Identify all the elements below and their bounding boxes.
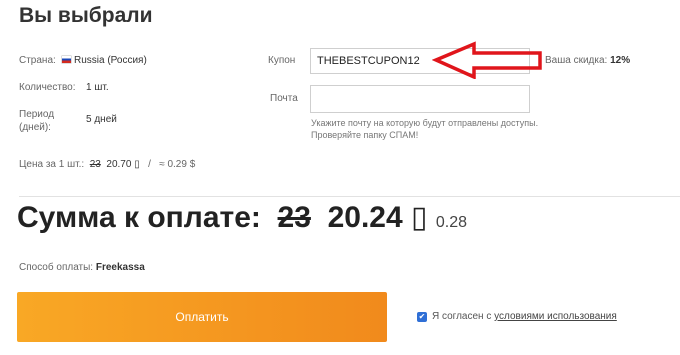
total-row: Сумма к оплате: 23 20.24 ▯ 0.28 xyxy=(17,200,467,235)
country-label: Страна: xyxy=(19,55,56,66)
unit-price-row: Цена за 1 шт.: 23 20.70 ▯ / ≈ 0.29 $ xyxy=(19,159,195,170)
total-old: 23 xyxy=(277,201,311,234)
divider xyxy=(19,196,680,197)
total-label: Сумма к оплате: xyxy=(17,201,261,234)
coupon-label: Купон xyxy=(268,55,296,66)
red-arrow-left-icon xyxy=(432,41,542,79)
email-input[interactable] xyxy=(310,85,530,113)
payment-method-label: Способ оплаты: xyxy=(19,262,94,273)
email-hint-line1: Укажите почту на которую будут отправлен… xyxy=(311,118,539,128)
unit-price-usd: ≈ 0.29 $ xyxy=(159,159,196,170)
unit-price-separator: / xyxy=(148,159,151,170)
payment-method-value: Freekassa xyxy=(95,262,145,273)
email-label: Почта xyxy=(270,93,298,104)
discount-label: Ваша скидка: xyxy=(545,55,608,66)
unit-price-label: Цена за 1 шт.: xyxy=(19,159,85,170)
terms-link[interactable]: условиями использования xyxy=(494,311,617,322)
period-value: 5 дней xyxy=(86,114,117,125)
email-hint-line2: Проверяйте папку СПАМ! xyxy=(311,130,419,140)
currency-icon: ▯ xyxy=(134,159,140,170)
email-hint: Укажите почту на которую будут отправлен… xyxy=(311,117,538,141)
discount-value: 12% xyxy=(610,55,631,66)
agreement-prefix: Я согласен с xyxy=(432,311,492,322)
quantity-value: 1 шт. xyxy=(86,82,109,93)
discount-row: Ваша скидка: 12% xyxy=(545,55,630,66)
unit-price-old: 23 xyxy=(89,159,101,170)
total-new: 20.24 xyxy=(327,201,403,234)
total-usd: 0.28 xyxy=(435,214,468,231)
pay-button-label: Оплатить xyxy=(175,310,229,324)
agreement-text: Я согласен с условиями использования xyxy=(432,311,617,322)
currency-icon: ▯ xyxy=(411,201,428,234)
country-name: Russia (Россия) xyxy=(74,55,147,66)
russia-flag-icon xyxy=(62,56,71,63)
agreement-checkbox[interactable]: ✔ xyxy=(417,312,427,322)
pay-button[interactable]: Оплатить xyxy=(17,292,387,342)
unit-price-new: 20.70 xyxy=(106,159,132,170)
quantity-label: Количество: xyxy=(19,82,76,93)
payment-method-row: Способ оплаты: Freekassa xyxy=(19,262,145,273)
period-label: Период (дней): xyxy=(19,109,55,133)
country-value: Russia (Россия) xyxy=(62,55,147,66)
page-title: Вы выбрали xyxy=(19,4,153,27)
